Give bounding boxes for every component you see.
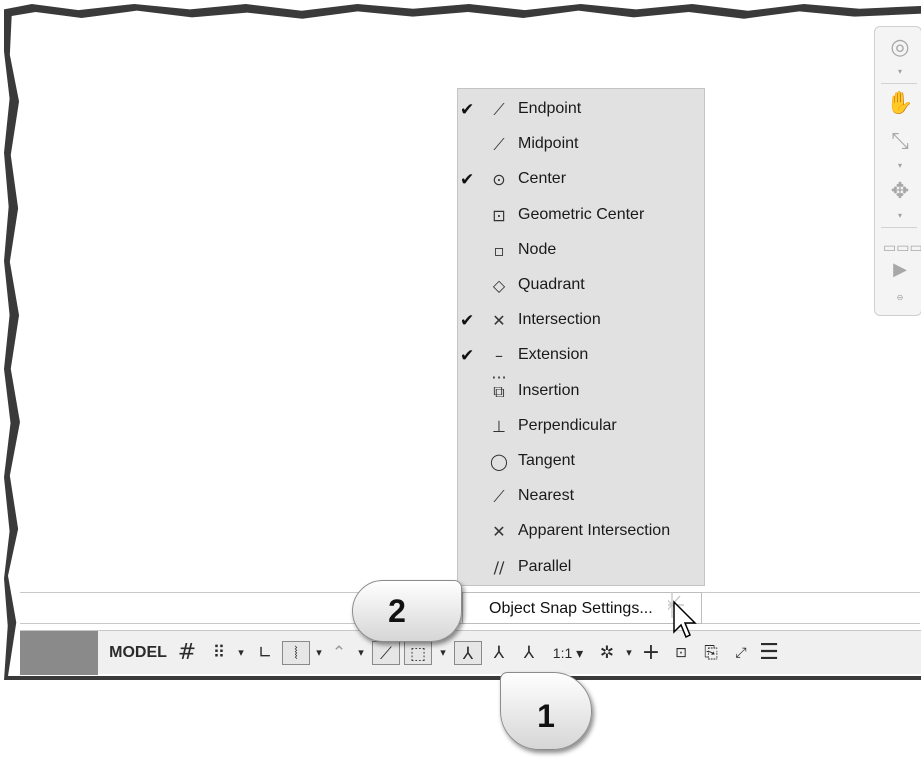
status-bar: MODEL # ⠿ ▾ ∟ ⦚ ▾ ⌃ ▾ ⟋ ⬚ ▾ ⅄ ⅄ ⅄ 1:1 ▾ … (20, 630, 921, 675)
object-snap-tracking-icon[interactable]: ⟋ (372, 641, 400, 665)
osnap-item-geometric-center[interactable]: ⊡ Geometric Center (458, 199, 706, 234)
chevron-down-icon[interactable]: ▾ (622, 641, 636, 665)
osnap-item-parallel[interactable]: ∕∕ Parallel (458, 551, 706, 586)
osnap-item-label: Apparent Intersection (518, 522, 671, 540)
midpoint-icon: ⟋ (493, 135, 505, 155)
gear-icon[interactable]: ✲ (594, 641, 620, 665)
center-icon: ⊙ (492, 170, 506, 190)
snap-mode-icon[interactable]: ⠿ (206, 641, 232, 665)
osnap-item-midpoint[interactable]: ⟋ Midpoint (458, 128, 706, 163)
model-space-button[interactable]: MODEL (108, 641, 168, 665)
plus-icon[interactable]: + (638, 641, 664, 665)
statusbar-layout-area (20, 631, 98, 675)
hardware-acceleration-icon[interactable]: ⎘ (698, 641, 724, 665)
chevron-down-icon[interactable]: ▾ (893, 161, 907, 170)
insertion-icon: ⧉ (493, 381, 505, 401)
osnap-item-perpendicular[interactable]: ⊥ Perpendicular (458, 410, 706, 445)
intersection-icon: ✕ (492, 311, 506, 331)
extension-icon: –··· (491, 346, 507, 388)
step-1-callout: 1 (500, 672, 592, 750)
annotation-scale-icon[interactable]: ⅄ (516, 641, 542, 665)
osnap-item-label: Parallel (518, 557, 572, 575)
osnap-item-center[interactable]: ✔ ⊙ Center (458, 163, 706, 198)
osnap-item-label: Node (518, 240, 557, 258)
object-snap-dropdown[interactable]: ▾ (436, 641, 450, 665)
annotation-visibility-icon[interactable]: ⅄ (454, 641, 482, 665)
ortho-mode-icon[interactable]: ∟ (252, 641, 278, 665)
osnap-item-label: Insertion (518, 381, 580, 399)
osnap-item-label: Tangent (518, 452, 575, 469)
steering-wheel-icon[interactable]: ◎ (883, 33, 917, 63)
osnap-item-label: Extension (518, 346, 589, 364)
osnap-item-insertion[interactable]: ⧉ Insertion (458, 375, 706, 410)
play-icon[interactable]: ▶ (883, 255, 917, 285)
nav-divider (881, 83, 917, 84)
osnap-item-label: Perpendicular (518, 416, 617, 434)
pan-hand-icon[interactable]: ✋ (883, 89, 917, 119)
step-2-callout: 2 (352, 580, 462, 642)
osnap-item-endpoint[interactable]: ✔ ⟋ Endpoint (458, 93, 706, 128)
grid-icon[interactable]: # (174, 641, 200, 665)
navigation-bar: ◎ ▾ ✋ ⤡ ▾ ✥ ▾ ▭▭▭ ▶ ⊖ (874, 26, 921, 316)
checkmark-icon: ✔ (460, 346, 475, 367)
object-snap-settings-item[interactable]: Object Snap Settings... (462, 592, 702, 624)
osnap-item-quadrant[interactable]: ◇ Quadrant (458, 269, 706, 304)
osnap-item-label: Geometric Center (518, 205, 645, 223)
osnap-item-label: Midpoint (518, 135, 579, 153)
isodraft-icon[interactable]: ⌃ (326, 641, 352, 665)
osnap-item-nearest[interactable]: ⟋ Nearest (458, 480, 706, 515)
annotation-scale-dropdown[interactable]: 1:1 ▾ (546, 641, 590, 665)
orbit-icon[interactable]: ✥ (883, 177, 917, 207)
osnap-item-label: Center (518, 170, 567, 188)
chevron-down-icon[interactable]: ▾ (893, 67, 907, 76)
osnap-item-apparent-intersection[interactable]: ✕ Apparent Intersection (458, 515, 706, 550)
nearest-icon: ⟋ (493, 487, 505, 507)
apparent-intersection-icon: ✕ (492, 522, 506, 542)
node-icon: ▫ (493, 240, 505, 260)
osnap-item-label: Nearest (518, 487, 575, 505)
object-snap-menu: ✔ ⟋ Endpoint ⟋ Midpoint ✔ ⊙ Center ⊡ Geometric Ce… (457, 88, 705, 586)
chevron-down-icon[interactable]: ▾ (312, 641, 326, 665)
autoscale-icon[interactable]: ⅄ (486, 641, 512, 665)
endpoint-icon: ⟋ (493, 100, 505, 119)
nav-divider (881, 227, 917, 228)
mouse-cursor-icon (668, 592, 697, 639)
checkmark-icon: ✔ (460, 100, 475, 120)
osnap-item-tangent[interactable]: ◯ Tangent (458, 445, 706, 480)
osnap-item-extension[interactable]: ✔ –··· Extension (458, 339, 706, 388)
osnap-item-label: Intersection (518, 311, 601, 329)
chevron-down-icon[interactable]: ▾ (234, 641, 248, 665)
customization-menu-icon[interactable]: ☰ (756, 641, 782, 665)
checkmark-icon: ✔ (460, 311, 475, 332)
object-snap-icon[interactable]: ⬚ (404, 641, 432, 665)
polar-tracking-icon[interactable]: ⦚ (282, 641, 310, 665)
osnap-item-label: Quadrant (518, 276, 585, 293)
chevron-down-icon[interactable]: ▾ (893, 211, 907, 220)
osnap-item-intersection[interactable]: ✔ ✕ Intersection (458, 304, 706, 339)
perpendicular-icon: ⊥ (492, 416, 506, 436)
geometric-center-icon: ⊡ (492, 205, 506, 225)
osnap-item-node[interactable]: ▫ Node (458, 234, 706, 269)
isolate-objects-icon[interactable]: ⊡ (668, 641, 694, 665)
zoom-extents-icon[interactable]: ⤡ (883, 127, 917, 157)
parallel-icon: ∕∕ (493, 557, 505, 577)
osnap-item-label: Endpoint (518, 100, 582, 117)
chevron-down-icon[interactable]: ▾ (354, 641, 368, 665)
object-snap-settings-label: Object Snap Settings... (489, 600, 653, 617)
checkmark-icon: ✔ (460, 170, 475, 191)
clean-screen-icon[interactable]: ⤢ (728, 641, 754, 665)
settings-small-icon[interactable]: ⊖ (893, 293, 907, 302)
quadrant-icon: ◇ (492, 276, 506, 295)
tangent-icon: ◯ (490, 452, 508, 471)
